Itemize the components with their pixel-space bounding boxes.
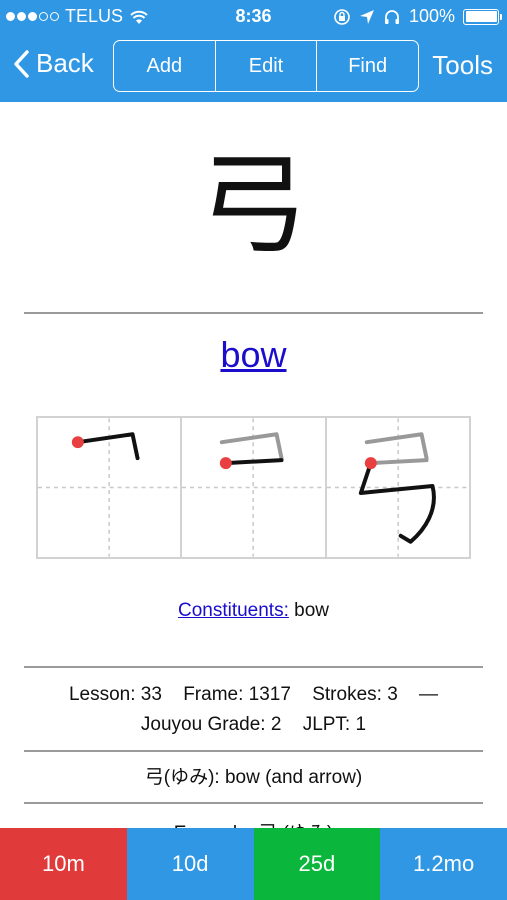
info-line-2: Jouyou Grade: 2 JLPT: 1: [24, 710, 483, 740]
review-interval-bar: 10m 10d 25d 1.2mo: [0, 828, 507, 900]
status-right: 100%: [333, 6, 502, 27]
battery-icon: [463, 8, 502, 25]
jlpt-label: JLPT: 1: [302, 714, 367, 735]
tools-button[interactable]: Tools: [432, 50, 493, 81]
divider: [24, 666, 483, 668]
stroke-step-1-drawing: [38, 418, 181, 557]
frame-label: Frame: 1317: [183, 684, 291, 705]
status-bar: TELUS 8:36 100%: [0, 0, 507, 34]
stroke-step-2-drawing: [182, 418, 325, 557]
stroke-order-diagram: [36, 416, 471, 559]
battery-fill: [465, 11, 497, 22]
location-arrow-icon: [359, 9, 374, 24]
lesson-label: Lesson: 33: [68, 684, 162, 705]
back-button[interactable]: Back: [12, 48, 94, 79]
back-button-label: Back: [36, 48, 94, 78]
strokes-label: Strokes: 3: [312, 684, 398, 705]
review-10d-button[interactable]: 10d: [126, 828, 254, 900]
chevron-left-icon: [14, 49, 29, 78]
review-25d-button[interactable]: 25d: [253, 828, 381, 900]
divider: [24, 312, 483, 314]
find-button[interactable]: Find: [316, 41, 418, 91]
stroke-step-3: [324, 418, 469, 557]
jouyou-grade-label: Jouyou Grade: 2: [140, 714, 282, 735]
edit-button[interactable]: Edit: [214, 41, 317, 91]
info-line-1: Lesson: 33 Frame: 1317 Strokes: 3 —: [24, 680, 483, 710]
rotation-lock-icon: [334, 8, 350, 25]
constituents-link[interactable]: Constituents:: [178, 600, 289, 621]
review-10m-button[interactable]: 10m: [0, 828, 127, 900]
action-segmented-control: Add Edit Find: [113, 40, 419, 92]
keyword-link[interactable]: bow: [0, 334, 507, 376]
navigation-bar: Back Add Edit Find Tools: [0, 34, 507, 102]
divider: [24, 750, 483, 752]
info-dash: —: [419, 684, 439, 705]
divider: [24, 802, 483, 804]
stroke-step-3-drawing: [326, 418, 469, 557]
stroke-step-2: [180, 418, 325, 557]
review-1-2mo-button[interactable]: 1.2mo: [380, 828, 507, 900]
battery-percent: 100%: [408, 6, 455, 26]
constituents-row: Constituents: bow: [0, 600, 507, 622]
headphones-icon: [384, 9, 399, 24]
reading-row: 弓(ゆみ): bow (and arrow): [24, 763, 483, 793]
kanji-info: Lesson: 33 Frame: 1317 Strokes: 3 — Jouy…: [24, 680, 483, 740]
kanji-character: 弓: [198, 141, 309, 269]
constituents-value: bow: [294, 600, 330, 621]
add-button[interactable]: Add: [114, 41, 215, 91]
reading-text: 弓(ゆみ): bow (and arrow): [144, 767, 363, 788]
stroke-step-1: [38, 418, 181, 557]
